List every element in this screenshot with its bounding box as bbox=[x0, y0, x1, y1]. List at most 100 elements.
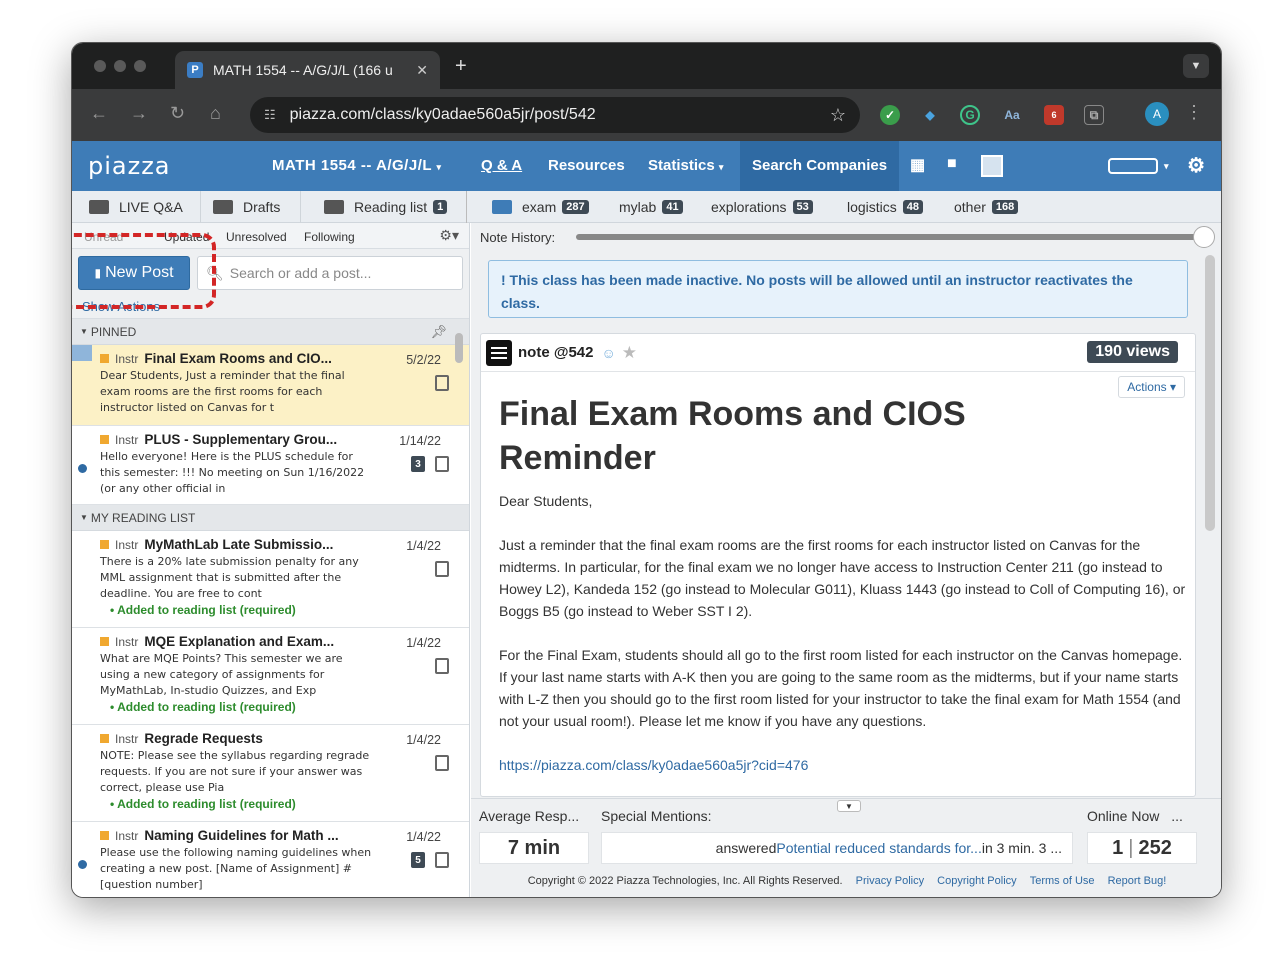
post-title: Naming Guidelines for Math ... bbox=[144, 828, 339, 843]
close-tab-icon[interactable]: ✕ bbox=[416, 62, 428, 79]
profile-avatar[interactable]: A bbox=[1145, 102, 1169, 126]
terms-link[interactable]: Terms of Use bbox=[1030, 875, 1095, 887]
section-reading-list[interactable]: ▼ MY READING LIST bbox=[72, 505, 469, 531]
post-item[interactable]: Instr PLUS - Supplementary Grou... 1/14/2… bbox=[72, 426, 469, 505]
tag-exam[interactable]: exam 287 bbox=[522, 191, 589, 223]
note-history-slider[interactable] bbox=[576, 234, 1204, 240]
ublock-extension-icon[interactable]: 6 bbox=[1044, 105, 1064, 125]
home-icon[interactable]: ⌂ bbox=[210, 103, 221, 124]
section-pinned[interactable]: ▼ PINNED 📌︎ bbox=[72, 319, 469, 345]
favorite-star-icon[interactable]: ★ bbox=[622, 343, 637, 363]
tag-other[interactable]: other 168 bbox=[954, 191, 1019, 223]
reload-icon[interactable]: ↻ bbox=[170, 103, 185, 124]
instr-label: Instr bbox=[115, 432, 139, 447]
nav-statistics-label: Statistics bbox=[648, 157, 715, 174]
privacy-policy-link[interactable]: Privacy Policy bbox=[856, 875, 924, 887]
close-window-button[interactable] bbox=[94, 60, 106, 72]
nav-qa[interactable]: Q & A bbox=[481, 157, 522, 174]
tab-title: MATH 1554 -- A/G/J/L (166 u bbox=[213, 62, 393, 78]
actions-label: Actions bbox=[1127, 380, 1167, 394]
note-link[interactable]: https://piazza.com/class/ky0adae560a5jr?… bbox=[499, 757, 808, 773]
url-text: piazza.com/class/ky0adae560a5jr/post/542 bbox=[289, 106, 596, 123]
note-icon bbox=[435, 456, 449, 472]
search-input[interactable]: 🔍︎ Search or add a post... bbox=[197, 256, 463, 290]
tag-mylab[interactable]: mylab 41 bbox=[619, 191, 683, 223]
grammarly-extension-icon[interactable]: G bbox=[960, 105, 980, 125]
folder-live-qa[interactable]: LIVE Q&A bbox=[77, 191, 201, 223]
post-snippet: Please use the following naming guidelin… bbox=[100, 846, 372, 891]
piazza-header: piazza MATH 1554 -- A/G/J/L ▾ Q & A Reso… bbox=[72, 141, 1221, 191]
omnibox[interactable]: ☷ piazza.com/class/ky0adae560a5jr/post/5… bbox=[250, 97, 860, 133]
filter-settings-gear-icon[interactable]: ⚙▾ bbox=[439, 227, 459, 244]
good-note-icon[interactable]: ☺ bbox=[601, 345, 615, 361]
chevron-down-icon: ▾ bbox=[718, 162, 724, 172]
folder-icon bbox=[213, 200, 233, 214]
filter-unread[interactable]: Unread bbox=[84, 230, 123, 244]
back-icon[interactable]: ← bbox=[90, 103, 108, 124]
count-badge: 41 bbox=[662, 200, 683, 214]
collapse-stats-button[interactable]: ▼ bbox=[837, 800, 861, 812]
tag-explorations[interactable]: explorations 53 bbox=[711, 191, 813, 223]
post-list-scrollbar[interactable] bbox=[455, 333, 463, 363]
browser-menu-icon[interactable]: ⋮ bbox=[1185, 102, 1203, 123]
bookmark-star-icon[interactable]: ☆ bbox=[830, 105, 846, 126]
instructor-badge-icon bbox=[100, 435, 109, 444]
nav-statistics[interactable]: Statistics ▾ bbox=[648, 157, 723, 174]
minimize-window-button[interactable] bbox=[114, 60, 126, 72]
post-item[interactable]: Instr Regrade Requests 1/4/22 NOTE: Pleas… bbox=[72, 725, 469, 822]
forward-icon[interactable]: → bbox=[130, 103, 148, 124]
new-tab-button[interactable]: + bbox=[455, 55, 467, 78]
post-view-scrollbar[interactable] bbox=[1205, 255, 1215, 531]
folder-label: Reading list bbox=[354, 199, 428, 215]
folder-icon bbox=[492, 200, 512, 214]
online-now-label: Online Now ... bbox=[1087, 808, 1183, 824]
online-more-icon[interactable]: ... bbox=[1171, 808, 1183, 824]
added-label: Added to reading list (required) bbox=[117, 797, 296, 811]
nav-search-companies[interactable]: Search Companies bbox=[740, 141, 900, 191]
post-item[interactable]: Instr MyMathLab Late Submissio... 1/4/22 … bbox=[72, 531, 469, 628]
settings-gear-icon[interactable]: ⚙ bbox=[1187, 153, 1205, 178]
section-label: MY READING LIST bbox=[90, 510, 196, 525]
post-date: 5/2/22 bbox=[406, 353, 441, 367]
note-icon bbox=[435, 561, 449, 577]
piazza-logo[interactable]: piazza bbox=[88, 152, 171, 180]
chat-icon[interactable]: ■ bbox=[947, 155, 957, 173]
maximize-window-button[interactable] bbox=[134, 60, 146, 72]
account-dropdown[interactable] bbox=[1108, 158, 1158, 174]
post-item[interactable]: Instr MQE Explanation and Exam... 1/4/22 … bbox=[72, 628, 469, 725]
class-dropdown[interactable]: MATH 1554 -- A/G/J/L ▾ bbox=[272, 157, 441, 174]
filter-following[interactable]: Following bbox=[304, 230, 355, 244]
tab-search-button[interactable]: ▼ bbox=[1183, 54, 1209, 78]
post-title: MQE Explanation and Exam... bbox=[144, 634, 335, 649]
nav-resources[interactable]: Resources bbox=[548, 157, 625, 174]
search-placeholder: Search or add a post... bbox=[229, 265, 372, 281]
show-actions-link[interactable]: Show Actions bbox=[82, 299, 160, 314]
class-name: MATH 1554 -- A/G/J/L bbox=[272, 157, 432, 174]
extensions-puzzle-icon[interactable]: ⧉ bbox=[1084, 105, 1104, 125]
dictionary-extension-icon[interactable]: Aa bbox=[1002, 105, 1022, 125]
shield-extension-icon[interactable]: ✓ bbox=[880, 105, 900, 125]
folder-drafts[interactable]: Drafts bbox=[201, 191, 301, 223]
chevron-down-icon[interactable]: ▾ bbox=[1164, 161, 1169, 172]
note-paragraph: For the Final Exam, students should all … bbox=[499, 647, 1183, 729]
new-post-button[interactable]: ▮ New Post bbox=[78, 256, 190, 290]
browser-tab[interactable]: P MATH 1554 -- A/G/J/L (166 u ✕ bbox=[175, 51, 440, 89]
post-snippet: Dear Students, Just a reminder that the … bbox=[100, 369, 345, 414]
unread-count-badge: 5 bbox=[411, 852, 425, 868]
tag-logistics[interactable]: logistics 48 bbox=[847, 191, 924, 223]
calendar-icon[interactable]: ▦ bbox=[910, 155, 925, 175]
actions-dropdown[interactable]: Actions ▾ bbox=[1118, 376, 1185, 398]
report-bug-link[interactable]: Report Bug! bbox=[1108, 875, 1167, 887]
post-item[interactable]: Instr Final Exam Rooms and CIO... 5/2/22 … bbox=[72, 345, 469, 426]
gem-extension-icon[interactable]: ◆ bbox=[920, 105, 940, 125]
filter-updated[interactable]: Updated bbox=[164, 230, 209, 244]
count-badge: 287 bbox=[562, 200, 589, 214]
post-item[interactable]: Instr Naming Guidelines for Math ... 1/4/… bbox=[72, 822, 469, 897]
folder-reading-list[interactable]: Reading list 1 bbox=[312, 191, 467, 223]
filter-unresolved[interactable]: Unresolved bbox=[226, 230, 287, 244]
site-info-icon[interactable]: ☷ bbox=[264, 107, 276, 123]
mention-link[interactable]: Potential reduced standards for... bbox=[776, 840, 981, 856]
copyright-policy-link[interactable]: Copyright Policy bbox=[937, 875, 1016, 887]
user-avatar-icon[interactable] bbox=[981, 155, 1003, 177]
note-history-slider-handle[interactable] bbox=[1193, 226, 1215, 248]
